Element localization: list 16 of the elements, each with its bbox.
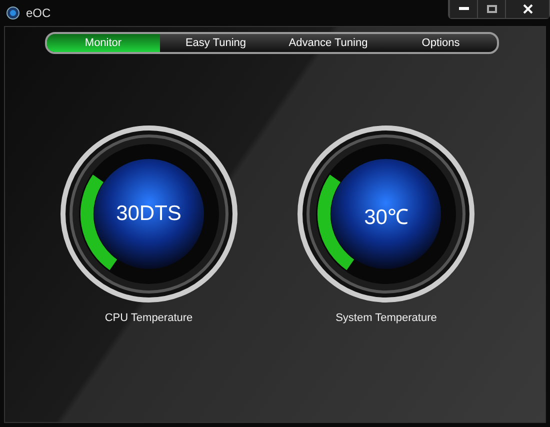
gauge-label: System Temperature [336,312,437,324]
tab[interactable]: Advance Tuning [272,34,384,52]
gauge-label: CPU Temperature [104,312,193,324]
tab[interactable]: Options [384,34,497,52]
maximize-button[interactable] [477,0,505,18]
tab[interactable]: Monitor [47,34,160,52]
close-button[interactable] [505,0,549,18]
minimize-button[interactable] [449,0,477,18]
temperature-reading: 30℃ [363,205,410,230]
app-logo-icon [6,6,20,20]
tab[interactable]: Easy Tuning [160,34,272,52]
maximize-icon [486,5,496,13]
minimize-icon [458,7,468,11]
temperature-reading: 30DTS [115,202,182,226]
close-icon [522,4,532,14]
window-title: eOC [26,6,51,20]
